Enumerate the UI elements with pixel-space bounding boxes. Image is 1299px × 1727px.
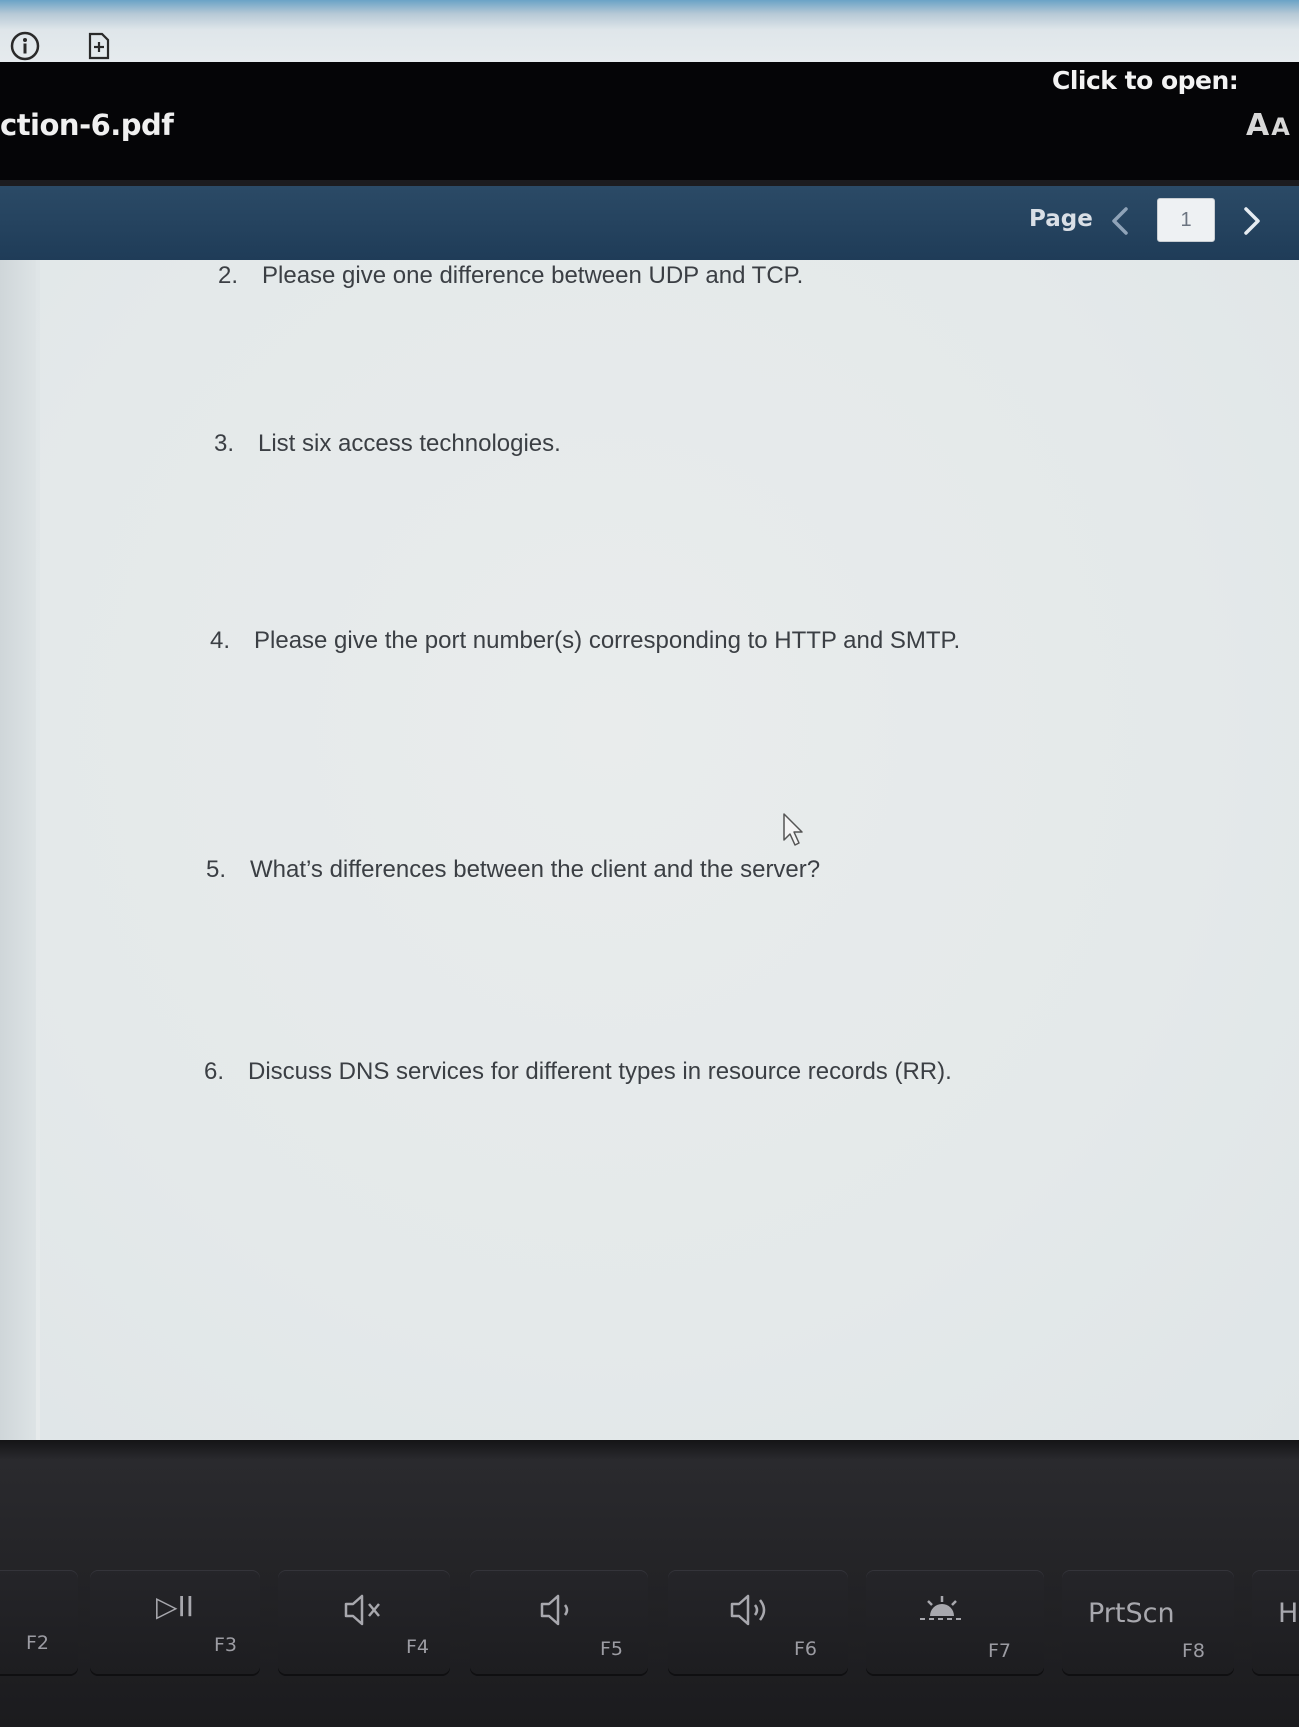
question-number: 2.	[218, 262, 239, 289]
key-f3-label: F3	[214, 1634, 238, 1656]
question-item: 3. List six access technologies.	[214, 430, 561, 458]
key-f3[interactable]: ▷II F3	[90, 1570, 260, 1674]
play-pause-icon: ▷II	[156, 1590, 195, 1623]
document-gutter	[0, 260, 36, 1440]
add-page-icon[interactable]	[82, 30, 114, 62]
question-text: Discuss DNS services for different types…	[248, 1058, 952, 1085]
key-f7-label: F7	[988, 1640, 1012, 1662]
home-key-glyph: H	[1278, 1598, 1299, 1629]
question-item: 4. Please give the port number(s) corresp…	[210, 627, 960, 655]
mouse-pointer-icon	[783, 813, 803, 846]
document-filename: ction-6.pdf	[0, 108, 174, 142]
key-f7[interactable]: F7	[866, 1570, 1044, 1674]
key-f5-label: F5	[600, 1638, 624, 1660]
key-f2-label: F2	[26, 1632, 50, 1654]
question-item: 6. Discuss DNS services for different typ…	[204, 1058, 952, 1086]
click-to-open-label[interactable]: Click to open:	[1052, 66, 1239, 95]
mute-icon	[344, 1594, 380, 1626]
font-size-small-glyph: A	[1271, 113, 1290, 141]
key-f5[interactable]: F5	[470, 1570, 648, 1674]
question-number: 6.	[204, 1058, 225, 1085]
font-size-large-glyph: A	[1246, 108, 1270, 143]
info-icon[interactable]	[9, 30, 41, 62]
question-number: 3.	[214, 430, 235, 457]
keyboard-backlight-icon	[920, 1596, 964, 1620]
key-f6[interactable]: F6	[668, 1570, 848, 1674]
page-number-input[interactable]	[1157, 198, 1215, 242]
key-f8-label: F8	[1182, 1640, 1206, 1662]
key-home[interactable]: H	[1252, 1570, 1299, 1674]
question-text: Please give the port number(s) correspon…	[254, 627, 961, 654]
page-toolbar	[0, 186, 1299, 260]
volume-up-icon	[730, 1594, 766, 1626]
print-screen-icon: PrtScn	[1088, 1598, 1175, 1629]
volume-down-icon	[540, 1594, 569, 1626]
key-f4[interactable]: F4	[278, 1570, 450, 1674]
key-f2[interactable]: F2	[0, 1570, 78, 1674]
question-number: 4.	[210, 627, 231, 654]
page-label: Page	[1029, 206, 1093, 232]
question-item: 2. Please give one difference between UDP…	[218, 262, 803, 290]
question-text: What’s differences between the client an…	[250, 856, 821, 883]
question-text: List six access technologies.	[258, 430, 561, 457]
key-f4-label: F4	[406, 1636, 430, 1658]
key-f8[interactable]: PrtScn F8	[1062, 1570, 1234, 1674]
question-text: Please give one difference between UDP a…	[262, 262, 804, 289]
next-page-icon[interactable]	[1238, 204, 1266, 238]
browser-toolbar	[0, 0, 1299, 62]
font-size-icon[interactable]: AA	[1246, 108, 1290, 143]
key-f6-label: F6	[794, 1638, 818, 1660]
previous-page-icon[interactable]	[1106, 204, 1134, 238]
question-number: 5.	[206, 856, 227, 883]
question-item: 5. What’s differences between the client …	[206, 856, 820, 884]
